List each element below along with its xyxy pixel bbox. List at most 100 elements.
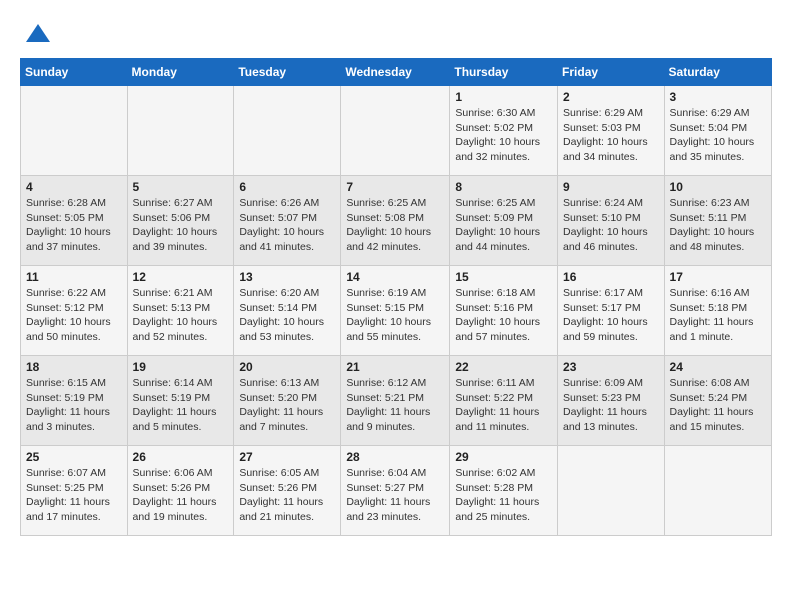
day-cell: 1 Sunrise: 6:30 AM Sunset: 5:02 PM Daylig… — [450, 86, 558, 176]
day-number: 17 — [670, 270, 766, 284]
day-cell: 16 Sunrise: 6:17 AM Sunset: 5:17 PM Dayli… — [558, 266, 665, 356]
day-info: Sunrise: 6:28 AM Sunset: 5:05 PM Dayligh… — [26, 196, 122, 255]
day-info: Sunrise: 6:07 AM Sunset: 5:25 PM Dayligh… — [26, 466, 122, 525]
day-number: 8 — [455, 180, 552, 194]
day-info: Sunrise: 6:17 AM Sunset: 5:17 PM Dayligh… — [563, 286, 659, 345]
day-cell — [21, 86, 128, 176]
day-cell — [127, 86, 234, 176]
day-cell: 9Sunrise: 6:24 AM Sunset: 5:10 PM Daylig… — [558, 176, 665, 266]
day-cell — [664, 446, 771, 536]
week-row-5: 25 Sunrise: 6:07 AM Sunset: 5:25 PM Dayli… — [21, 446, 772, 536]
day-number: 12 — [133, 270, 229, 284]
day-info: Sunrise: 6:21 AM Sunset: 5:13 PM Dayligh… — [133, 286, 229, 345]
day-info: Sunrise: 6:04 AM Sunset: 5:27 PM Dayligh… — [346, 466, 444, 525]
day-info: Sunrise: 6:24 AM Sunset: 5:10 PM Dayligh… — [563, 196, 659, 255]
logo — [20, 20, 52, 48]
day-info: Sunrise: 6:05 AM Sunset: 5:26 PM Dayligh… — [239, 466, 335, 525]
calendar-body: 1 Sunrise: 6:30 AM Sunset: 5:02 PM Daylig… — [21, 86, 772, 536]
day-cell: 23 Sunrise: 6:09 AM Sunset: 5:23 PM Dayli… — [558, 356, 665, 446]
day-info: Sunrise: 6:30 AM Sunset: 5:02 PM Dayligh… — [455, 106, 552, 165]
day-cell: 7Sunrise: 6:25 AM Sunset: 5:08 PM Daylig… — [341, 176, 450, 266]
calendar-table: SundayMondayTuesdayWednesdayThursdayFrid… — [20, 58, 772, 536]
day-number: 1 — [455, 90, 552, 104]
day-cell: 20Sunrise: 6:13 AM Sunset: 5:20 PM Dayli… — [234, 356, 341, 446]
day-info: Sunrise: 6:12 AM Sunset: 5:21 PM Dayligh… — [346, 376, 444, 435]
day-number: 18 — [26, 360, 122, 374]
day-number: 19 — [133, 360, 229, 374]
day-info: Sunrise: 6:02 AM Sunset: 5:28 PM Dayligh… — [455, 466, 552, 525]
weekday-header-thursday: Thursday — [450, 59, 558, 86]
day-info: Sunrise: 6:29 AM Sunset: 5:04 PM Dayligh… — [670, 106, 766, 165]
day-cell: 2 Sunrise: 6:29 AM Sunset: 5:03 PM Daylig… — [558, 86, 665, 176]
day-number: 28 — [346, 450, 444, 464]
weekday-header-wednesday: Wednesday — [341, 59, 450, 86]
day-number: 29 — [455, 450, 552, 464]
day-number: 3 — [670, 90, 766, 104]
day-cell: 17 Sunrise: 6:16 AM Sunset: 5:18 PM Dayli… — [664, 266, 771, 356]
day-cell — [558, 446, 665, 536]
day-cell — [341, 86, 450, 176]
day-info: Sunrise: 6:25 AM Sunset: 5:09 PM Dayligh… — [455, 196, 552, 255]
day-cell — [234, 86, 341, 176]
day-cell: 3 Sunrise: 6:29 AM Sunset: 5:04 PM Daylig… — [664, 86, 771, 176]
day-cell: 25 Sunrise: 6:07 AM Sunset: 5:25 PM Dayli… — [21, 446, 128, 536]
day-number: 4 — [26, 180, 122, 194]
week-row-3: 11 Sunrise: 6:22 AM Sunset: 5:12 PM Dayli… — [21, 266, 772, 356]
week-row-1: 1 Sunrise: 6:30 AM Sunset: 5:02 PM Daylig… — [21, 86, 772, 176]
weekday-header-friday: Friday — [558, 59, 665, 86]
day-cell: 8 Sunrise: 6:25 AM Sunset: 5:09 PM Daylig… — [450, 176, 558, 266]
day-number: 20 — [239, 360, 335, 374]
day-cell: 11 Sunrise: 6:22 AM Sunset: 5:12 PM Dayli… — [21, 266, 128, 356]
calendar-header: SundayMondayTuesdayWednesdayThursdayFrid… — [21, 59, 772, 86]
day-cell: 27 Sunrise: 6:05 AM Sunset: 5:26 PM Dayli… — [234, 446, 341, 536]
day-number: 11 — [26, 270, 122, 284]
page-header — [20, 20, 772, 48]
day-cell: 6 Sunrise: 6:26 AM Sunset: 5:07 PM Daylig… — [234, 176, 341, 266]
day-info: Sunrise: 6:08 AM Sunset: 5:24 PM Dayligh… — [670, 376, 766, 435]
day-cell: 19 Sunrise: 6:14 AM Sunset: 5:19 PM Dayli… — [127, 356, 234, 446]
day-number: 13 — [239, 270, 335, 284]
day-number: 2 — [563, 90, 659, 104]
day-cell: 4 Sunrise: 6:28 AM Sunset: 5:05 PM Daylig… — [21, 176, 128, 266]
day-number: 15 — [455, 270, 552, 284]
day-info: Sunrise: 6:19 AM Sunset: 5:15 PM Dayligh… — [346, 286, 444, 345]
day-info: Sunrise: 6:09 AM Sunset: 5:23 PM Dayligh… — [563, 376, 659, 435]
day-cell: 21 Sunrise: 6:12 AM Sunset: 5:21 PM Dayli… — [341, 356, 450, 446]
day-cell: 14 Sunrise: 6:19 AM Sunset: 5:15 PM Dayli… — [341, 266, 450, 356]
day-number: 24 — [670, 360, 766, 374]
weekday-header-saturday: Saturday — [664, 59, 771, 86]
day-number: 27 — [239, 450, 335, 464]
day-cell: 13 Sunrise: 6:20 AM Sunset: 5:14 PM Dayli… — [234, 266, 341, 356]
weekday-header-monday: Monday — [127, 59, 234, 86]
day-number: 21 — [346, 360, 444, 374]
day-number: 22 — [455, 360, 552, 374]
day-number: 25 — [26, 450, 122, 464]
day-cell: 5Sunrise: 6:27 AM Sunset: 5:06 PM Daylig… — [127, 176, 234, 266]
day-info: Sunrise: 6:06 AM Sunset: 5:26 PM Dayligh… — [133, 466, 229, 525]
weekday-header-tuesday: Tuesday — [234, 59, 341, 86]
day-info: Sunrise: 6:29 AM Sunset: 5:03 PM Dayligh… — [563, 106, 659, 165]
day-number: 16 — [563, 270, 659, 284]
day-number: 26 — [133, 450, 229, 464]
day-cell: 15 Sunrise: 6:18 AM Sunset: 5:16 PM Dayli… — [450, 266, 558, 356]
day-number: 23 — [563, 360, 659, 374]
day-number: 5 — [133, 180, 229, 194]
day-info: Sunrise: 6:18 AM Sunset: 5:16 PM Dayligh… — [455, 286, 552, 345]
weekday-row: SundayMondayTuesdayWednesdayThursdayFrid… — [21, 59, 772, 86]
day-cell: 24 Sunrise: 6:08 AM Sunset: 5:24 PM Dayli… — [664, 356, 771, 446]
day-info: Sunrise: 6:22 AM Sunset: 5:12 PM Dayligh… — [26, 286, 122, 345]
day-number: 14 — [346, 270, 444, 284]
day-cell: 26 Sunrise: 6:06 AM Sunset: 5:26 PM Dayli… — [127, 446, 234, 536]
day-info: Sunrise: 6:23 AM Sunset: 5:11 PM Dayligh… — [670, 196, 766, 255]
day-number: 6 — [239, 180, 335, 194]
day-info: Sunrise: 6:14 AM Sunset: 5:19 PM Dayligh… — [133, 376, 229, 435]
day-info: Sunrise: 6:25 AM Sunset: 5:08 PM Dayligh… — [346, 196, 444, 255]
day-info: Sunrise: 6:16 AM Sunset: 5:18 PM Dayligh… — [670, 286, 766, 345]
day-info: Sunrise: 6:26 AM Sunset: 5:07 PM Dayligh… — [239, 196, 335, 255]
day-cell: 18Sunrise: 6:15 AM Sunset: 5:19 PM Dayli… — [21, 356, 128, 446]
day-cell: 28 Sunrise: 6:04 AM Sunset: 5:27 PM Dayli… — [341, 446, 450, 536]
week-row-4: 18Sunrise: 6:15 AM Sunset: 5:19 PM Dayli… — [21, 356, 772, 446]
day-cell: 22Sunrise: 6:11 AM Sunset: 5:22 PM Dayli… — [450, 356, 558, 446]
day-info: Sunrise: 6:20 AM Sunset: 5:14 PM Dayligh… — [239, 286, 335, 345]
day-cell: 29 Sunrise: 6:02 AM Sunset: 5:28 PM Dayli… — [450, 446, 558, 536]
